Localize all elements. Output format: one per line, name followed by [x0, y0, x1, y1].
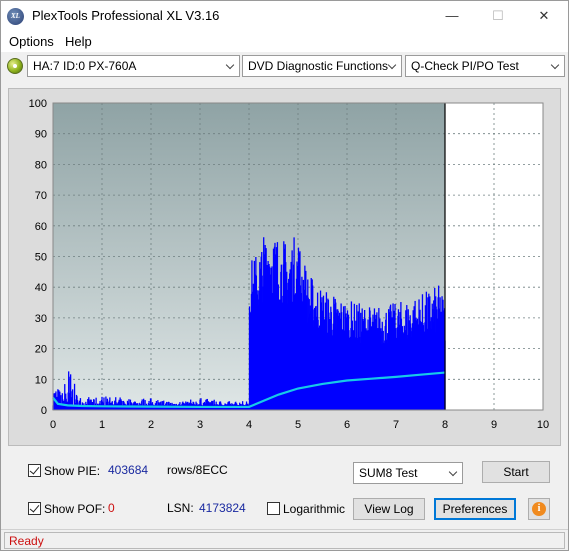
- status-text: Ready: [9, 534, 44, 548]
- function-select[interactable]: DVD Diagnostic Functions: [242, 55, 402, 77]
- drive-select-value: HA:7 ID:0 PX-760A: [33, 59, 137, 73]
- chevron-down-icon: [227, 62, 235, 70]
- y-tick-label: 90: [35, 129, 47, 141]
- x-tick-label: 4: [246, 419, 252, 431]
- x-tick-label: 5: [295, 419, 301, 431]
- y-tick-label: 100: [29, 98, 47, 110]
- show-pof-checkbox[interactable]: [28, 502, 41, 515]
- drive-icon: [7, 58, 23, 74]
- menu-bar: Options Help: [1, 31, 568, 52]
- logarithmic-checkbox[interactable]: [267, 502, 280, 515]
- title-bar: XL PlexTools Professional XL V3.16 — ☐ ✕: [1, 1, 568, 31]
- info-button[interactable]: i: [528, 498, 550, 520]
- status-bar: Ready: [1, 529, 568, 550]
- x-tick-label: 2: [148, 419, 154, 431]
- logarithmic-label: Logarithmic: [283, 502, 346, 516]
- y-tick-label: 10: [35, 374, 47, 386]
- y-tick-label: 80: [35, 159, 47, 171]
- test-mode-select[interactable]: SUM8 Test: [353, 462, 463, 484]
- function-select-value: DVD Diagnostic Functions: [248, 59, 389, 73]
- y-tick-label: 50: [35, 252, 47, 264]
- start-button[interactable]: Start: [482, 461, 550, 483]
- menu-options[interactable]: Options: [9, 34, 54, 49]
- rows-label: rows/8ECC: [167, 463, 228, 477]
- y-tick-label: 30: [35, 313, 47, 325]
- x-tick-label: 0: [50, 419, 56, 431]
- x-tick-label: 1: [99, 419, 105, 431]
- test-mode-value: SUM8 Test: [359, 466, 418, 480]
- pi-po-chart: 0 10 20 30 40 50 60 70 80 90 100 0 1 2 3 4 5 6 7 8 9 10: [29, 98, 549, 431]
- pof-value: 0: [108, 501, 115, 515]
- main-window: XL PlexTools Professional XL V3.16 — ☐ ✕…: [0, 0, 569, 551]
- lsn-label: LSN:: [167, 501, 194, 515]
- maximize-button[interactable]: ☐: [475, 1, 521, 31]
- x-tick-label: 10: [537, 419, 549, 431]
- close-button[interactable]: ✕: [521, 1, 567, 31]
- y-tick-label: 40: [35, 282, 47, 294]
- y-tick-label: 0: [41, 405, 47, 417]
- info-icon: i: [532, 502, 546, 516]
- y-tick-label: 70: [35, 190, 47, 202]
- test-select[interactable]: Q-Check PI/PO Test: [405, 55, 565, 77]
- chevron-down-icon: [552, 62, 560, 70]
- show-pie-checkbox[interactable]: [28, 464, 41, 477]
- drive-select[interactable]: HA:7 ID:0 PX-760A: [27, 55, 240, 77]
- control-panel: Show PIE: 403684 rows/8ECC SUM8 Test Sta…: [19, 453, 554, 525]
- y-tick-label: 20: [35, 344, 47, 356]
- status-panel: Ready: [4, 532, 565, 549]
- app-logo-icon: XL: [7, 8, 24, 25]
- view-log-button[interactable]: View Log: [353, 498, 425, 520]
- chart-panel: 0 10 20 30 40 50 60 70 80 90 100 0 1 2 3 4 5 6 7 8 9 10: [8, 88, 561, 446]
- lsn-value: 4173824: [199, 501, 246, 515]
- y-tick-label: 60: [35, 221, 47, 233]
- chevron-down-icon: [389, 62, 397, 70]
- menu-help[interactable]: Help: [65, 34, 92, 49]
- window-title: PlexTools Professional XL V3.16: [32, 8, 220, 23]
- pie-value: 403684: [108, 463, 149, 477]
- x-tick-label: 3: [197, 419, 203, 431]
- x-tick-label: 9: [491, 419, 497, 431]
- x-tick-label: 7: [393, 419, 399, 431]
- show-pof-label: Show POF:: [44, 502, 106, 516]
- x-tick-label: 8: [442, 419, 448, 431]
- test-select-value: Q-Check PI/PO Test: [411, 59, 519, 73]
- preferences-button[interactable]: Preferences: [434, 498, 516, 520]
- minimize-button[interactable]: —: [429, 1, 475, 31]
- chevron-down-icon: [450, 469, 458, 477]
- x-tick-label: 6: [344, 419, 350, 431]
- show-pie-label: Show PIE:: [44, 464, 101, 478]
